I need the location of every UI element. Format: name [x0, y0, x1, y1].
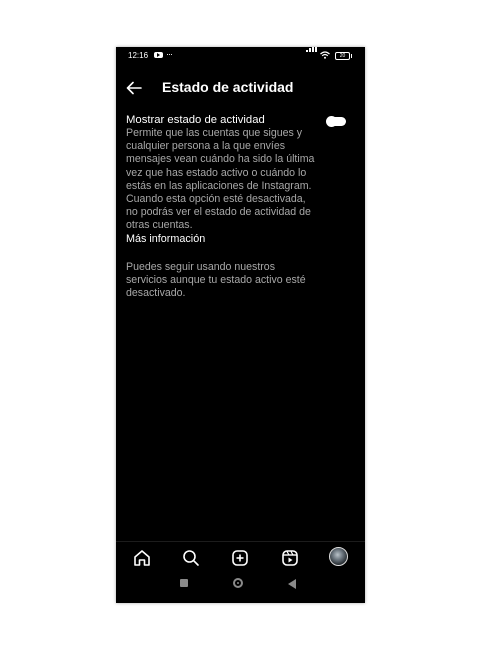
- setting-label: Mostrar estado de actividad: [126, 114, 265, 126]
- activity-status-setting: Mostrar estado de actividad Permite que …: [126, 114, 316, 246]
- profile-avatar[interactable]: [329, 547, 348, 566]
- recent-apps-button[interactable]: [180, 579, 188, 587]
- status-bar: 12:16 ··· 20: [116, 47, 365, 65]
- toggle-knob: [326, 116, 337, 127]
- wifi-icon: [320, 51, 330, 59]
- battery-icon: 20: [335, 52, 352, 60]
- reels-icon[interactable]: [280, 548, 300, 568]
- home-button[interactable]: [233, 578, 243, 588]
- setting-description: Permite que las cuentas que sigues y cua…: [126, 127, 315, 232]
- arrow-left-icon[interactable]: [126, 81, 142, 95]
- bottom-nav: [116, 541, 365, 572]
- phone-screen: 12:16 ··· 20 Estado de actividad Mostrar…: [116, 47, 365, 603]
- notification-overflow: ···: [166, 49, 173, 59]
- info-note: Puedes seguir usando nuestros servicios …: [126, 261, 306, 300]
- create-post-icon[interactable]: [230, 548, 250, 568]
- system-nav-bar: [116, 573, 365, 597]
- search-icon[interactable]: [181, 548, 201, 568]
- top-bar: Estado de actividad: [116, 75, 365, 101]
- learn-more-link[interactable]: Más información: [126, 233, 316, 246]
- page-title: Estado de actividad: [162, 79, 294, 95]
- activity-status-toggle[interactable]: [326, 116, 346, 127]
- back-button[interactable]: [288, 579, 296, 589]
- home-icon[interactable]: [132, 548, 152, 568]
- youtube-icon: [154, 52, 163, 58]
- status-time: 12:16: [128, 51, 149, 60]
